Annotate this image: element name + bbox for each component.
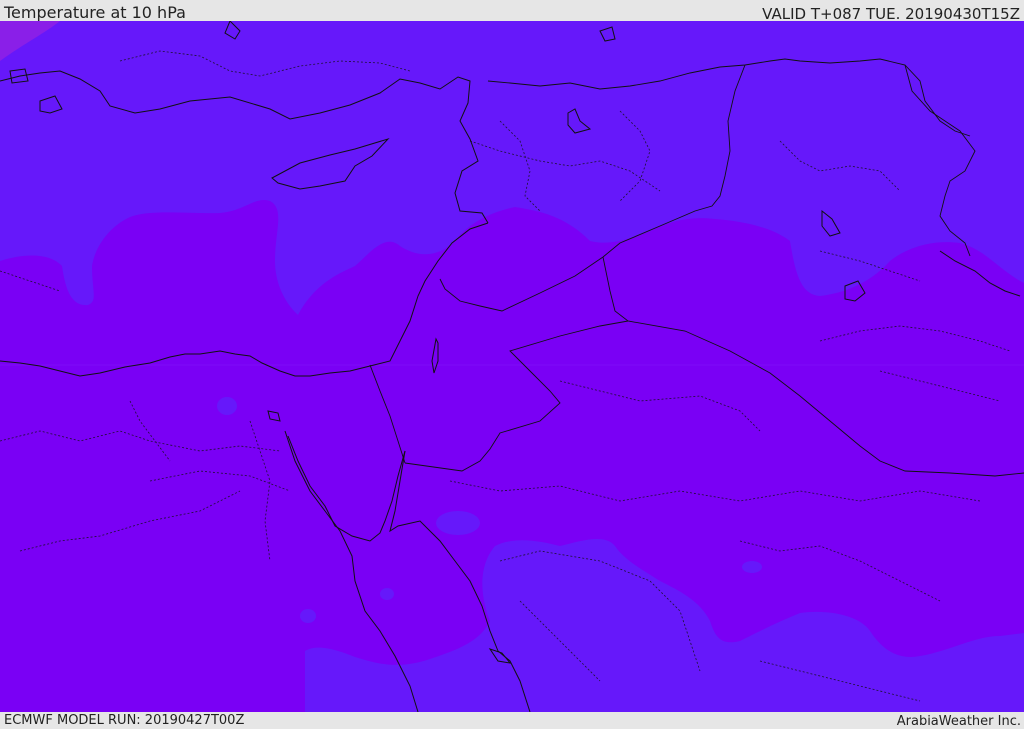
header-bar: Temperature at 10 hPa VALID T+087 TUE. 2… <box>0 0 1024 23</box>
cool-blob-3 <box>742 561 762 573</box>
cool-blob-5 <box>300 609 316 623</box>
weather-map[interactable] <box>0 21 1024 712</box>
cool-blob-4 <box>380 588 394 600</box>
map-canvas <box>0 21 1024 712</box>
model-run-label: ECMWF MODEL RUN: 20190427T00Z <box>4 713 245 728</box>
cool-blob-2 <box>217 397 237 415</box>
credit-label: ArabiaWeather Inc. <box>896 714 1021 729</box>
map-title: Temperature at 10 hPa <box>4 3 186 22</box>
footer-bar: ECMWF MODEL RUN: 20190427T00Z ArabiaWeat… <box>0 712 1024 729</box>
cool-blob-1 <box>436 511 480 535</box>
